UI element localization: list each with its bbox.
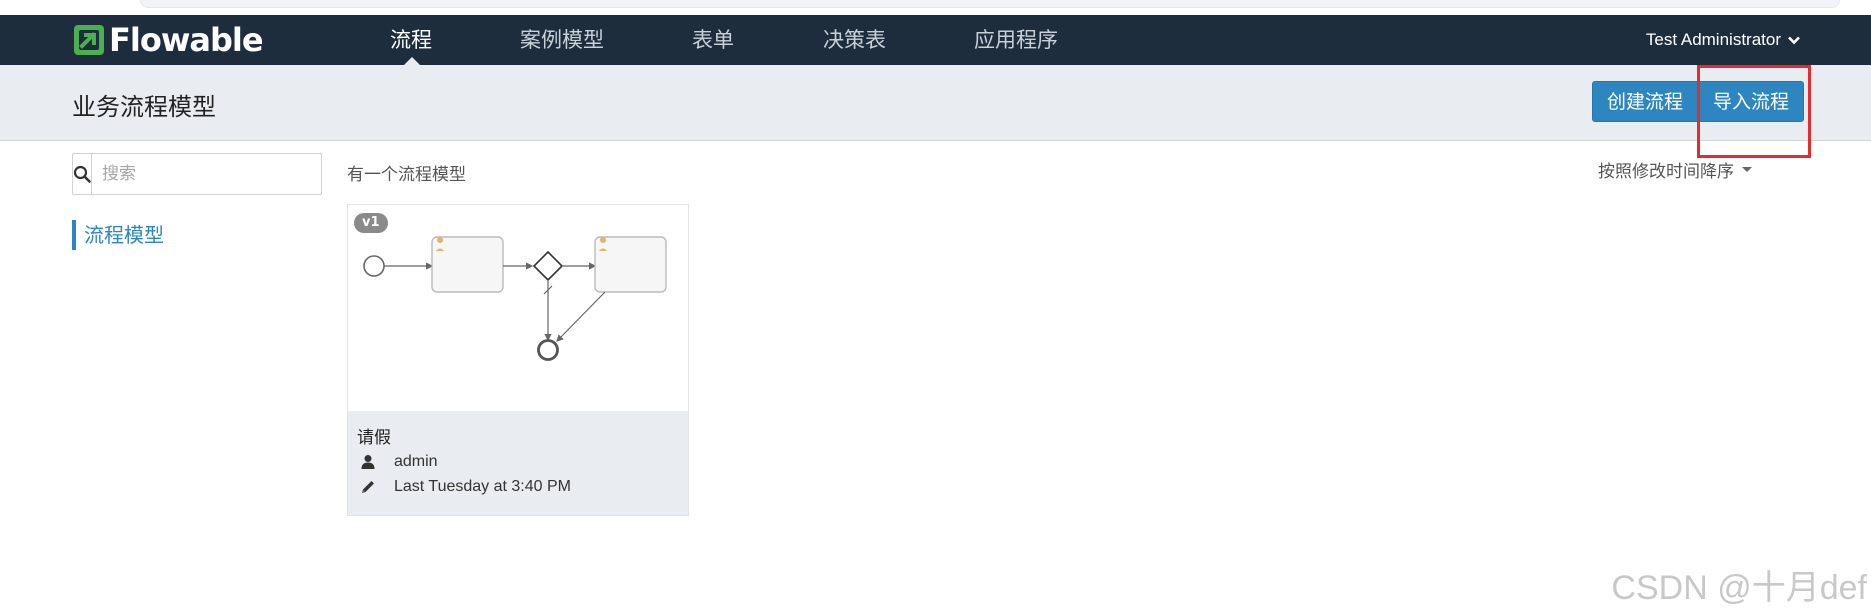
flowable-logo-icon	[74, 25, 104, 55]
version-badge: v1	[354, 213, 388, 233]
active-tab-indicator	[404, 57, 420, 65]
nav-tab-case-models[interactable]: 案例模型	[520, 15, 604, 65]
page-title: 业务流程模型	[72, 93, 216, 121]
search-box	[72, 153, 322, 195]
sort-dropdown[interactable]: 按照修改时间降序	[1598, 157, 1752, 182]
create-process-button[interactable]: 创建流程	[1592, 81, 1699, 122]
model-modified-time: Last Tuesday at 3:40 PM	[394, 478, 571, 495]
model-thumbnail: v1	[348, 205, 688, 411]
user-name: Test Administrator	[1645, 30, 1781, 49]
search-icon	[73, 165, 91, 183]
gateway-shape	[532, 250, 564, 282]
result-count: 有一个流程模型	[347, 165, 466, 185]
user-task-shape-1	[431, 236, 504, 293]
sort-label: 按照修改时间降序	[1598, 162, 1734, 182]
user-icon	[361, 455, 375, 469]
logo-text: Flowable	[109, 21, 264, 59]
browser-chrome-strip	[0, 0, 1871, 15]
start-event-shape	[363, 255, 385, 277]
chevron-down-icon	[1788, 36, 1800, 45]
user-menu[interactable]: Test Administrator	[1646, 15, 1801, 65]
model-name: 请假	[357, 428, 391, 448]
end-event-shape	[537, 339, 559, 361]
model-modified-row: Last Tuesday at 3:40 PM	[360, 478, 571, 496]
sidebar-item-process-models[interactable]: 流程模型	[72, 220, 164, 250]
model-owner-row: admin	[360, 453, 438, 471]
search-input[interactable]	[92, 154, 321, 194]
watermark: CSDN @十月def	[1611, 569, 1867, 607]
nav-tab-forms[interactable]: 表单	[692, 15, 734, 65]
top-navbar: Flowable 流程 案例模型 表单 决策表 应用程序 Test Admini…	[0, 15, 1871, 65]
browser-address-area	[140, 0, 1840, 8]
pencil-icon	[362, 481, 374, 493]
model-owner: admin	[394, 453, 438, 470]
user-task-shape-2	[594, 236, 667, 293]
nav-tab-decision-tables[interactable]: 决策表	[823, 15, 886, 65]
page-header: 业务流程模型 创建流程 导入流程	[0, 65, 1871, 141]
bpmn-diagram-thumbnail	[363, 236, 667, 361]
nav-tab-apps[interactable]: 应用程序	[974, 15, 1058, 65]
caret-down-icon	[1742, 167, 1752, 172]
flowable-logo[interactable]: Flowable	[73, 21, 264, 59]
search-button[interactable]	[73, 154, 92, 194]
model-card-info: 请假 admin Last Tuesday at 3:40 PM	[348, 411, 688, 515]
model-card[interactable]: v1 请假 admin Last Tuesday at 3:40 PM	[347, 204, 689, 516]
import-process-button[interactable]: 导入流程	[1698, 81, 1805, 122]
